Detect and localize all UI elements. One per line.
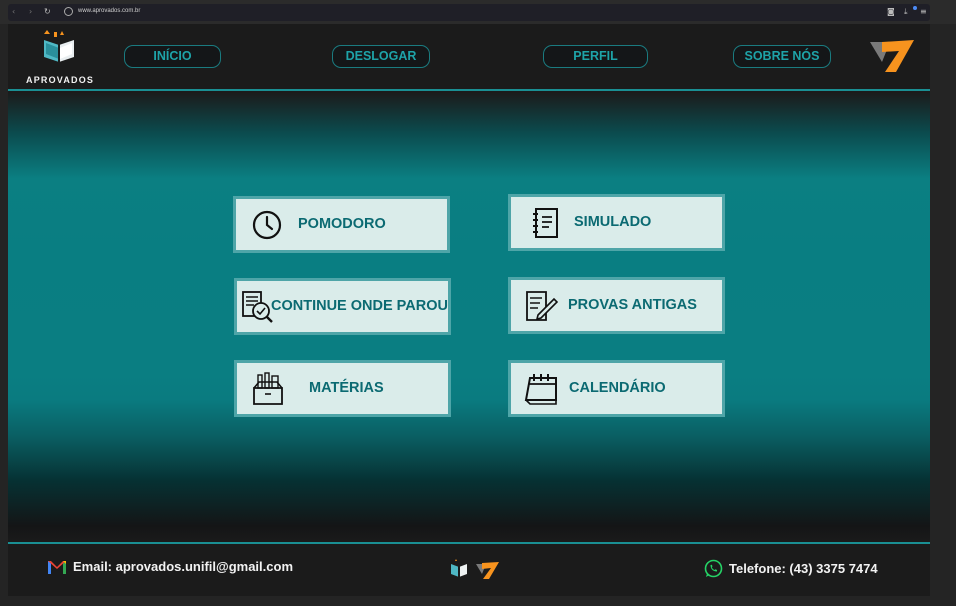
hero-section: POMODORO SIMULADO CONTINUE ONDE PAROU PR… (8, 93, 930, 544)
pomodoro-tile[interactable]: POMODORO (233, 196, 450, 253)
exam-paper-icon (526, 291, 558, 321)
calendario-tile[interactable]: CALENDÁRIO (508, 360, 725, 417)
materias-tile[interactable]: MATÉRIAS (234, 360, 451, 417)
footer-phone[interactable]: Telefone: (43) 3375 7474 (729, 561, 878, 576)
nav-perfil-button[interactable]: PERFIL (543, 45, 648, 68)
calendar-icon (524, 374, 557, 405)
footer-email[interactable]: Email: aprovados.unifil@gmail.com (73, 559, 293, 574)
simulado-label: SIMULADO (574, 214, 652, 230)
notification-dot (913, 6, 917, 10)
window-bottom-margin (0, 596, 956, 606)
page: APROVADOS INÍCIO DESLOGAR PERFIL SOBRE N… (8, 24, 930, 596)
logo-text: APROVADOS (26, 75, 95, 85)
camera-icon[interactable]: ◙ (887, 6, 895, 18)
simulado-tile[interactable]: SIMULADO (508, 194, 725, 251)
reload-icon[interactable]: ↻ (44, 6, 51, 18)
download-icon[interactable]: ⤓ (904, 6, 908, 18)
nav-inicio-button[interactable]: INÍCIO (124, 45, 221, 68)
pomodoro-label: POMODORO (298, 216, 386, 232)
calendario-label: CALENDÁRIO (569, 380, 666, 396)
provas-label: PROVAS ANTIGAS (568, 297, 697, 313)
provas-tile[interactable]: PROVAS ANTIGAS (508, 277, 725, 334)
forward-icon[interactable]: › (29, 6, 32, 18)
gmail-icon (48, 561, 66, 574)
window-margin (930, 24, 956, 606)
nav-deslogar-button[interactable]: DESLOGAR (332, 45, 430, 68)
clock-icon (252, 210, 282, 240)
continue-tile[interactable]: CONTINUE ONDE PAROU (234, 278, 451, 335)
document-search-icon (242, 291, 273, 323)
nav-sobre-button[interactable]: SOBRE NÓS (733, 45, 831, 68)
book-logo-icon (44, 30, 74, 63)
school-supplies-icon (253, 372, 283, 405)
footer-logos-icon (451, 559, 499, 579)
site-info-icon[interactable] (64, 7, 73, 16)
unifil-7-logo-icon[interactable] (868, 36, 916, 74)
url-text[interactable]: www.aprovados.com.br (78, 8, 140, 14)
menu-icon[interactable]: ≡ (920, 6, 927, 18)
aprovados-logo[interactable]: APROVADOS (16, 28, 98, 86)
notebook-icon (533, 208, 558, 238)
materias-label: MATÉRIAS (309, 380, 384, 396)
continue-label: CONTINUE ONDE PAROU (271, 298, 448, 314)
address-bar[interactable] (8, 4, 930, 21)
browser-toolbar: ‹ › ↻ www.aprovados.com.br ◙ ⤓ ≡ (0, 0, 956, 24)
whatsapp-icon (704, 559, 723, 578)
site-footer: Email: aprovados.unifil@gmail.com Telefo… (8, 542, 930, 596)
back-icon[interactable]: ‹ (12, 6, 15, 18)
site-header: APROVADOS INÍCIO DESLOGAR PERFIL SOBRE N… (8, 24, 930, 91)
